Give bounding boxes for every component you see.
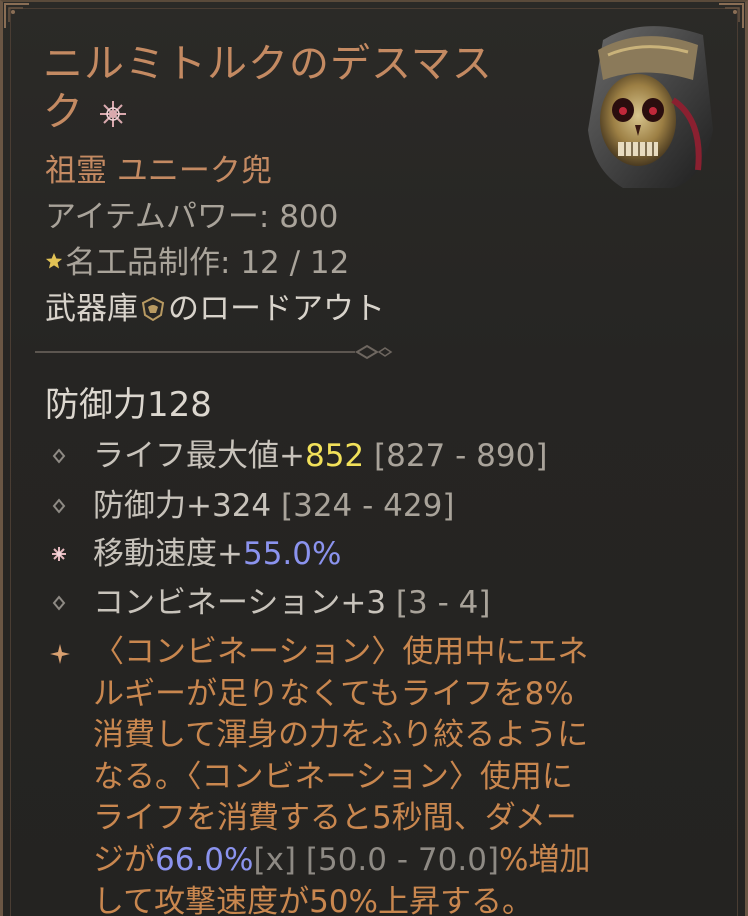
diamond-bullet-icon [52, 595, 66, 611]
star-icon [45, 252, 63, 269]
affix-label: 移動速度+ [93, 536, 243, 572]
helm-icon [588, 26, 713, 188]
aspect-line-suffix: %増加 [499, 841, 591, 878]
armor-stat: 防御力128 [45, 384, 212, 426]
masterwork-value: 12 / 12 [240, 245, 350, 281]
aspect-range: [50.0 - 70.0] [296, 841, 500, 878]
aspect-x-marker: [x] [253, 841, 297, 878]
item-power-value: 800 [279, 199, 339, 235]
loadout-prefix: 武器庫 [45, 291, 138, 327]
item-name: ニルミトルクのデスマスク [43, 40, 513, 136]
aspect-line: なる。〈コンビネーション〉使用に [93, 758, 573, 795]
affix-range: [827 - 890] [364, 438, 548, 474]
masterwork-label: 名工品制作: [65, 245, 241, 281]
affix-range: [324 - 429] [271, 488, 455, 524]
flower-bullet-icon [52, 547, 66, 561]
item-type: 祖霊 ユニーク兜 [45, 153, 272, 189]
aspect-max-value: 66.0% [155, 841, 254, 878]
affix-label: コンビネーション+3 [93, 585, 387, 621]
section-divider [35, 344, 393, 360]
aspect-line: 消費して渾身の力をふり絞るように [93, 717, 589, 754]
affix-greater-value: 852 [304, 438, 365, 474]
masterwork-rank: 名工品制作: 12 / 12 [45, 244, 349, 282]
affix-label: 防御力+324 [93, 488, 272, 524]
frame-corner-ornament [4, 3, 29, 28]
aspect-line: して攻撃速度が50%上昇する。 [93, 883, 533, 916]
diamond-bullet-icon [52, 448, 66, 464]
affix-max-value: 55.0% [242, 536, 342, 572]
affix-label: ライフ最大値+ [93, 438, 305, 474]
loadout-suffix: のロードアウト [168, 291, 385, 327]
armor-label: 防御力 [45, 385, 147, 425]
mythic-glyph-icon [100, 101, 126, 127]
aspect-line: ジが66.0%[x] [50.0 - 70.0]%増加 [93, 840, 733, 882]
aspect-line: ルギーが足りなくてもライフを8% [93, 675, 574, 712]
affix-range: [3 - 4] [386, 585, 491, 621]
loadout-icon [141, 296, 165, 322]
aspect-line: 〈コンビネーション〉使用中にエネ [93, 634, 589, 670]
aspect-line-prefix: ジが [93, 841, 155, 878]
armor-value: 128 [147, 385, 212, 425]
aspect-line: ライフを消費すると5秒間、ダメー [93, 800, 577, 837]
item-power: アイテムパワー: 800 [45, 198, 338, 236]
unique-aspect-text: 〈コンビネーション〉使用中にエネ ルギーが足りなくてもライフを8% 消費して渾身… [93, 632, 733, 916]
item-tooltip: ニルミトルクのデスマスク 祖霊 ユニーク兜 アイテムパワー: 800 名工品制作… [0, 0, 748, 916]
item-power-label: アイテムパワー: [45, 199, 280, 235]
sparkle-bullet-icon [50, 644, 70, 664]
armory-loadout: 武器庫 のロードアウト [45, 290, 385, 328]
diamond-bullet-icon [52, 498, 66, 514]
